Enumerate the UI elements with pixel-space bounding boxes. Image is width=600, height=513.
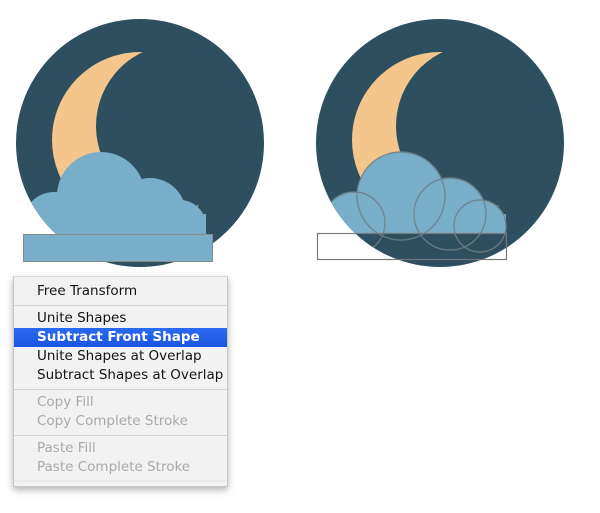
- menu-item-subtract-shapes-at-overlap[interactable]: Subtract Shapes at Overlap: [14, 366, 227, 385]
- menu-separator: [14, 435, 227, 436]
- menu-item-subtract-front-shape[interactable]: Subtract Front Shape: [14, 328, 227, 347]
- menu-item-paste-fill: Paste Fill: [37, 440, 96, 456]
- selection-rectangle-filled[interactable]: [23, 234, 213, 262]
- menu-group-shape-operations: Unite Shapes Subtract Front Shape Unite …: [14, 307, 227, 388]
- menu-separator: [14, 389, 227, 390]
- shape-operations-context-menu[interactable]: Free Transform Unite Shapes Subtract Fro…: [13, 276, 228, 487]
- menu-group-paste: Paste Fill Paste Complete Stroke: [14, 437, 227, 480]
- menu-item-unite-shapes-at-overlap[interactable]: Unite Shapes at Overlap: [14, 347, 227, 366]
- menu-item-copy-complete-stroke: Copy Complete Stroke: [37, 413, 188, 429]
- illustration-right[interactable]: [310, 18, 590, 278]
- menu-separator: [14, 305, 227, 306]
- menu-group-transform: Free Transform: [14, 280, 227, 304]
- menu-item-paste-complete-stroke: Paste Complete Stroke: [37, 459, 191, 475]
- menu-bottom-strip: [14, 480, 227, 482]
- menu-item-free-transform[interactable]: Free Transform: [14, 282, 227, 301]
- crescent-moon: [316, 19, 564, 267]
- canvas: Free Transform Unite Shapes Subtract Fro…: [0, 0, 600, 513]
- menu-item-unite-shapes[interactable]: Unite Shapes: [14, 309, 227, 328]
- menu-group-copy: Copy Fill Copy Complete Stroke: [14, 391, 227, 434]
- illustration-left[interactable]: [10, 18, 290, 278]
- menu-item-copy-fill: Copy Fill: [37, 394, 94, 410]
